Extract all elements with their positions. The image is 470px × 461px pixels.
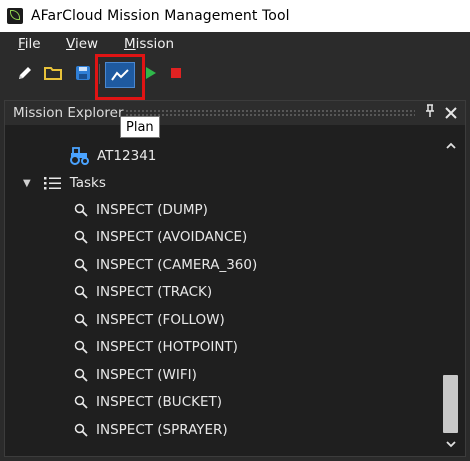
task-item[interactable]: INSPECT (WIFI) [74,364,197,386]
window-title: AFarCloud Mission Management Tool [31,8,290,24]
menu-view[interactable]: View [66,36,98,52]
list-icon [43,177,61,190]
task-label: INSPECT (BUCKET) [96,394,223,410]
magnifier-icon [74,313,88,327]
magnifier-icon [74,285,88,299]
task-item[interactable]: INSPECT (BUCKET) [74,391,222,413]
magnifier-icon [74,258,88,272]
plan-highlight-box [95,54,145,100]
task-label: INSPECT (AVOIDANCE) [96,229,248,245]
task-item[interactable]: INSPECT (HOTPOINT) [74,336,238,358]
task-item[interactable]: INSPECT (FOLLOW) [74,309,225,331]
scroll-up-icon[interactable] [441,137,460,155]
vehicle-label: AT12341 [97,148,157,164]
magnifier-icon [74,340,88,354]
magnifier-icon [74,395,88,409]
scroll-down-icon[interactable] [441,435,460,453]
stop-icon [171,68,181,78]
task-label: INSPECT (DUMP) [96,202,208,218]
magnifier-icon [74,230,88,244]
stop-button[interactable] [166,63,186,83]
task-label: INSPECT (SPRAYER) [96,422,228,438]
task-item[interactable]: INSPECT (AVOIDANCE) [74,226,247,248]
save-icon [76,66,90,80]
scroll-thumb[interactable] [443,375,458,433]
expand-arrow-icon[interactable]: ▼ [23,178,31,189]
tree-item-vehicle[interactable]: AT12341 [69,145,156,167]
task-item[interactable]: INSPECT (DUMP) [74,199,208,221]
magnifier-icon [74,423,88,437]
menu-file[interactable]: File [18,36,41,52]
save-button[interactable] [73,63,93,83]
mission-explorer-panel: Mission Explorer AT12341 ▼ Tasks INSPECT [4,100,466,457]
task-label: INSPECT (TRACK) [96,284,213,300]
tasks-label: Tasks [69,175,106,191]
task-label: INSPECT (HOTPOINT) [96,339,238,355]
menu-mission[interactable]: Mission [124,36,174,52]
task-label: INSPECT (FOLLOW) [96,312,225,328]
panel-title: Mission Explorer [13,105,124,121]
app-icon [7,8,23,24]
task-item[interactable]: INSPECT (CAMERA_360) [74,254,257,276]
title-bar: AFarCloud Mission Management Tool [0,0,470,32]
panel-grip[interactable] [125,109,415,117]
open-button[interactable] [43,63,63,83]
folder-icon [44,67,62,80]
menu-bar: File View Mission [0,32,470,56]
pencil-icon [19,67,31,79]
magnifier-icon [74,203,88,217]
plan-tooltip: Plan [120,116,160,138]
task-label: INSPECT (CAMERA_360) [96,257,258,273]
vertical-scrollbar[interactable] [441,137,460,453]
pin-icon[interactable] [425,104,435,122]
tree-item-tasks[interactable]: ▼ Tasks [23,172,106,194]
task-item[interactable]: INSPECT (SPRAYER) [74,419,228,441]
magnifier-icon [74,368,88,382]
toolbar [0,56,470,94]
play-icon [146,67,156,79]
task-item[interactable]: INSPECT (TRACK) [74,281,212,303]
panel-header: Mission Explorer [5,101,465,125]
task-label: INSPECT (WIFI) [96,367,197,383]
edit-button[interactable] [15,63,35,83]
tractor-icon [70,147,89,165]
close-icon[interactable] [445,101,457,124]
